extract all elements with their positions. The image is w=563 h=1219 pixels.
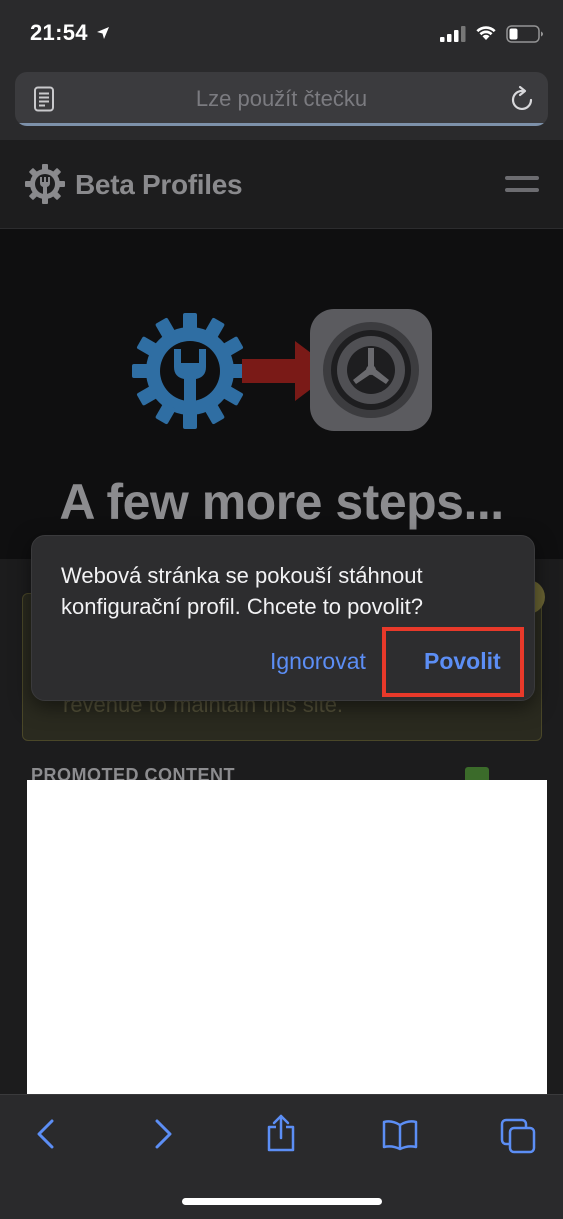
hero-section: A few more steps... bbox=[0, 229, 563, 559]
address-bar[interactable]: Lze použít čtečku bbox=[15, 72, 548, 126]
ignore-button[interactable]: Ignorovat bbox=[270, 648, 366, 675]
home-indicator bbox=[182, 1198, 382, 1205]
address-bar-area: Lze použít čtečku bbox=[0, 62, 563, 140]
signal-icon bbox=[440, 26, 466, 47]
hero-heading: A few more steps... bbox=[59, 474, 504, 530]
tabs-icon[interactable] bbox=[499, 1117, 537, 1160]
bookmarks-icon[interactable] bbox=[381, 1119, 419, 1156]
ad-area[interactable] bbox=[27, 780, 547, 1095]
allow-button[interactable]: Povolit bbox=[424, 648, 501, 675]
hamburger-menu-icon[interactable] bbox=[505, 176, 539, 199]
site-header: Beta Profiles bbox=[0, 140, 563, 229]
loading-progress-bar bbox=[15, 123, 548, 126]
download-profile-dialog: Webová stránka se pokouší stáhnout konfi… bbox=[31, 535, 535, 701]
status-bar: 21:54 bbox=[0, 0, 563, 62]
reload-icon[interactable] bbox=[510, 85, 536, 118]
location-arrow-icon bbox=[96, 26, 110, 45]
site-title[interactable]: Beta Profiles bbox=[75, 169, 243, 201]
wifi-icon bbox=[474, 23, 498, 46]
share-icon[interactable] bbox=[265, 1113, 297, 1158]
profile-to-settings-graphic-icon bbox=[130, 309, 435, 439]
forward-icon[interactable] bbox=[151, 1117, 175, 1156]
address-text[interactable]: Lze použít čtečku bbox=[15, 86, 548, 112]
dialog-message: Webová stránka se pokouší stáhnout konfi… bbox=[61, 563, 423, 619]
gear-wrench-icon[interactable] bbox=[23, 162, 67, 211]
battery-icon bbox=[506, 25, 544, 48]
back-icon[interactable] bbox=[34, 1117, 58, 1156]
status-time: 21:54 bbox=[30, 20, 88, 45]
